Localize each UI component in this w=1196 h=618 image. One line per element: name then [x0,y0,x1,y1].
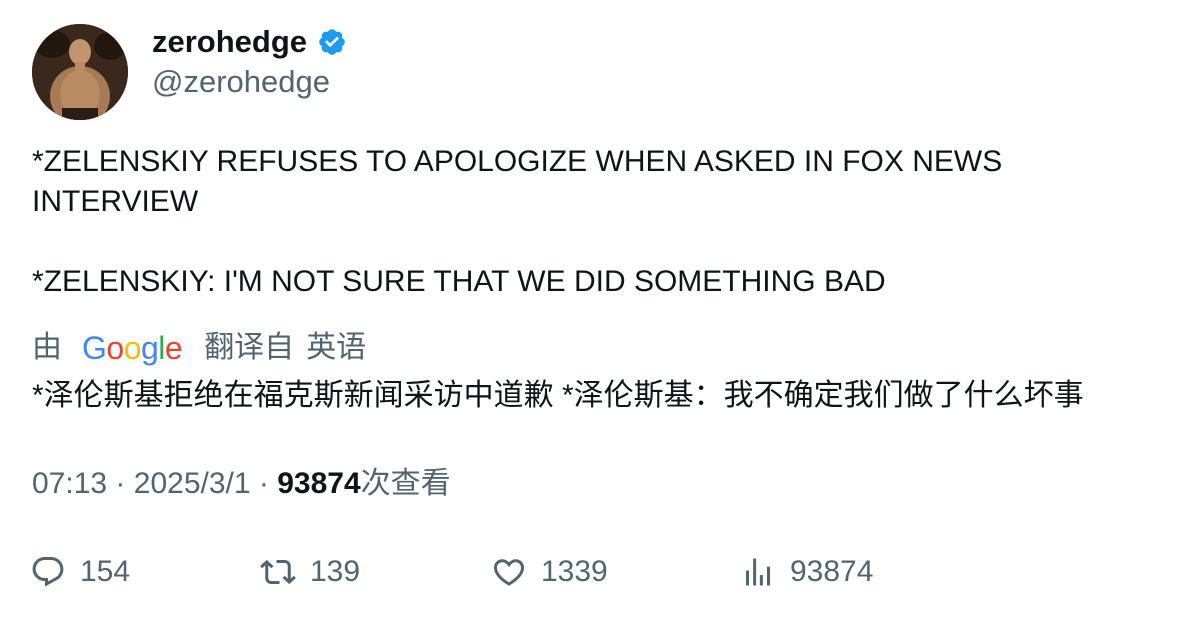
meta-separator: · [258,467,269,500]
google-provider-name: Google [0,0,1,1]
avatar[interactable] [32,24,128,120]
analytics-button[interactable]: 93874 [740,552,873,592]
author-display-name-row[interactable]: zerohedge [152,24,347,60]
tweet-text-line-1: *ZELENSKIY REFUSES TO APOLOGIZE WHEN ASK… [32,145,1003,218]
reply-count: 154 [80,555,131,588]
like-count: 1339 [541,555,608,588]
verified-badge-icon [319,29,345,55]
reply-button[interactable]: 154 [30,552,130,592]
meta-separator: · [115,467,126,500]
analytics-icon [746,558,770,586]
like-button[interactable]: 1339 [491,552,608,592]
retweet-count: 139 [310,555,361,588]
translated-by-label: 由 [32,331,62,364]
translated-from-label: 翻译自 [204,331,295,364]
reply-icon [32,557,64,587]
action-bar: 154 139 1339 93874 [0,552,1196,592]
author-display-name[interactable]: zerohedge [152,24,307,60]
tweet-text: *ZELENSKIY REFUSES TO APOLOGIZE WHEN ASK… [32,142,1162,302]
source-language: 英语 [306,331,367,364]
avatar-image [32,24,128,120]
retweet-button[interactable]: 139 [260,552,360,592]
tweet-text-line-2: *ZELENSKIY: I'M NOT SURE THAT WE DID SOM… [32,265,886,298]
tweet-meta: 07:13 · 2025/3/1 · 93874次查看 [32,464,451,504]
views-count: 93874 [277,467,361,500]
retweet-icon [260,559,296,585]
heart-icon [493,559,525,586]
google-logo: Google [82,330,183,366]
views-action-count: 93874 [790,555,874,588]
author-handle[interactable]: @zerohedge [152,64,330,100]
tweet-date[interactable]: 2025/3/1 [134,467,251,500]
translated-text: *泽伦斯基拒绝在福克斯新闻采访中道歉 *泽伦斯基：我不确定我们做了什么坏事 [32,379,1084,412]
tweet-card: zerohedge @zerohedge *ZELENSKIY REFUSES … [0,0,1196,618]
tweet-time[interactable]: 07:13 [32,467,107,500]
translation-attribution[interactable]: 由 Google 翻译自 英语 [32,328,366,368]
views-label: 次查看 [360,467,451,500]
